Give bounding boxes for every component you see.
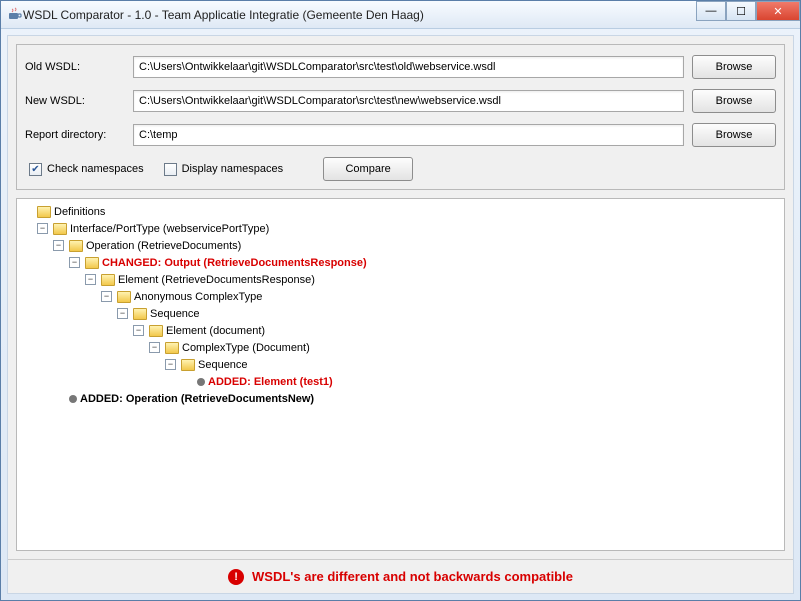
row-report-dir: Report directory: Browse [25, 123, 776, 147]
folder-icon [133, 308, 147, 320]
tree-label: ComplexType (Document) [182, 342, 310, 354]
expander-icon[interactable]: − [117, 308, 128, 319]
minimize-button[interactable]: — [696, 1, 726, 21]
compare-button[interactable]: Compare [323, 157, 413, 181]
expander-blank [21, 206, 32, 217]
new-wsdl-label: New WSDL: [25, 95, 125, 107]
tree-node-element-response[interactable]: − Element (RetrieveDocumentsResponse) [85, 271, 780, 288]
error-icon: ! [228, 569, 244, 585]
status-bar: ! WSDL's are different and not backwards… [8, 559, 793, 593]
check-namespaces[interactable]: ✔ Check namespaces [29, 163, 144, 176]
folder-icon [149, 325, 163, 337]
tree-label: Interface/PortType (webservicePortType) [70, 223, 269, 235]
window-title: WSDL Comparator - 1.0 - Team Applicatie … [23, 8, 696, 22]
tree-label: ADDED: Operation (RetrieveDocumentsNew) [80, 393, 314, 405]
window-buttons: — ☐ ✕ [696, 1, 800, 28]
expander-icon[interactable]: − [101, 291, 112, 302]
old-wsdl-label: Old WSDL: [25, 61, 125, 73]
tree-root[interactable]: Definitions [21, 203, 780, 220]
tree-label: Operation (RetrieveDocuments) [86, 240, 241, 252]
row-old-wsdl: Old WSDL: Browse [25, 55, 776, 79]
bullet-icon [197, 378, 205, 386]
tree-label: Sequence [150, 308, 200, 320]
expander-icon[interactable]: − [149, 342, 160, 353]
expander-blank [181, 376, 192, 387]
tree-label: ADDED: Element (test1) [208, 376, 333, 388]
tree: Definitions − Interface/PortType (webser… [21, 203, 780, 407]
folder-icon [53, 223, 67, 235]
client-area: Old WSDL: Browse New WSDL: Browse Report… [7, 35, 794, 594]
form-panel: Old WSDL: Browse New WSDL: Browse Report… [16, 44, 785, 190]
folder-icon [165, 342, 179, 354]
folder-icon [85, 257, 99, 269]
tree-label: Element (RetrieveDocumentsResponse) [118, 274, 315, 286]
maximize-button[interactable]: ☐ [726, 1, 756, 21]
expander-icon[interactable]: − [133, 325, 144, 336]
display-namespaces-label: Display namespaces [182, 163, 284, 175]
app-window: WSDL Comparator - 1.0 - Team Applicatie … [0, 0, 801, 601]
tree-node-added-element[interactable]: ADDED: Element (test1) [181, 373, 780, 390]
checks-row: ✔ Check namespaces Display namespaces Co… [25, 157, 776, 181]
expander-icon[interactable]: − [53, 240, 64, 251]
browse-report-button[interactable]: Browse [692, 123, 776, 147]
tree-node-anon-complex[interactable]: − Anonymous ComplexType [101, 288, 780, 305]
tree-label: CHANGED: Output (RetrieveDocumentsRespon… [102, 257, 367, 269]
expander-icon[interactable]: − [165, 359, 176, 370]
report-dir-label: Report directory: [25, 129, 125, 141]
tree-node-sequence[interactable]: − Sequence [117, 305, 780, 322]
browse-new-button[interactable]: Browse [692, 89, 776, 113]
close-button[interactable]: ✕ [756, 1, 800, 21]
folder-icon [101, 274, 115, 286]
tree-label: Sequence [198, 359, 248, 371]
tree-node-complextype-document[interactable]: − ComplexType (Document) [149, 339, 780, 356]
row-new-wsdl: New WSDL: Browse [25, 89, 776, 113]
expander-blank [53, 393, 64, 404]
report-dir-input[interactable] [133, 124, 684, 146]
folder-icon [37, 206, 51, 218]
tree-node-operation[interactable]: − Operation (RetrieveDocuments) [53, 237, 780, 254]
display-namespaces[interactable]: Display namespaces [164, 163, 284, 176]
expander-icon[interactable]: − [69, 257, 80, 268]
status-text: WSDL's are different and not backwards c… [252, 569, 573, 584]
folder-icon [117, 291, 131, 303]
tree-node-interface[interactable]: − Interface/PortType (webservicePortType… [37, 220, 780, 237]
java-icon [7, 7, 23, 23]
check-namespaces-box[interactable]: ✔ [29, 163, 42, 176]
tree-node-element-document[interactable]: − Element (document) [133, 322, 780, 339]
expander-icon[interactable]: − [85, 274, 96, 285]
browse-old-button[interactable]: Browse [692, 55, 776, 79]
tree-label: Definitions [54, 206, 105, 218]
expander-icon[interactable]: − [37, 223, 48, 234]
tree-node-added-operation[interactable]: ADDED: Operation (RetrieveDocumentsNew) [53, 390, 780, 407]
tree-node-sequence2[interactable]: − Sequence [165, 356, 780, 373]
folder-icon [181, 359, 195, 371]
display-namespaces-box[interactable] [164, 163, 177, 176]
old-wsdl-input[interactable] [133, 56, 684, 78]
titlebar: WSDL Comparator - 1.0 - Team Applicatie … [1, 1, 800, 29]
tree-node-changed-output[interactable]: − CHANGED: Output (RetrieveDocumentsResp… [69, 254, 780, 271]
tree-label: Element (document) [166, 325, 265, 337]
check-namespaces-label: Check namespaces [47, 163, 144, 175]
new-wsdl-input[interactable] [133, 90, 684, 112]
bullet-icon [69, 395, 77, 403]
tree-panel[interactable]: Definitions − Interface/PortType (webser… [16, 198, 785, 551]
folder-icon [69, 240, 83, 252]
tree-label: Anonymous ComplexType [134, 291, 262, 303]
